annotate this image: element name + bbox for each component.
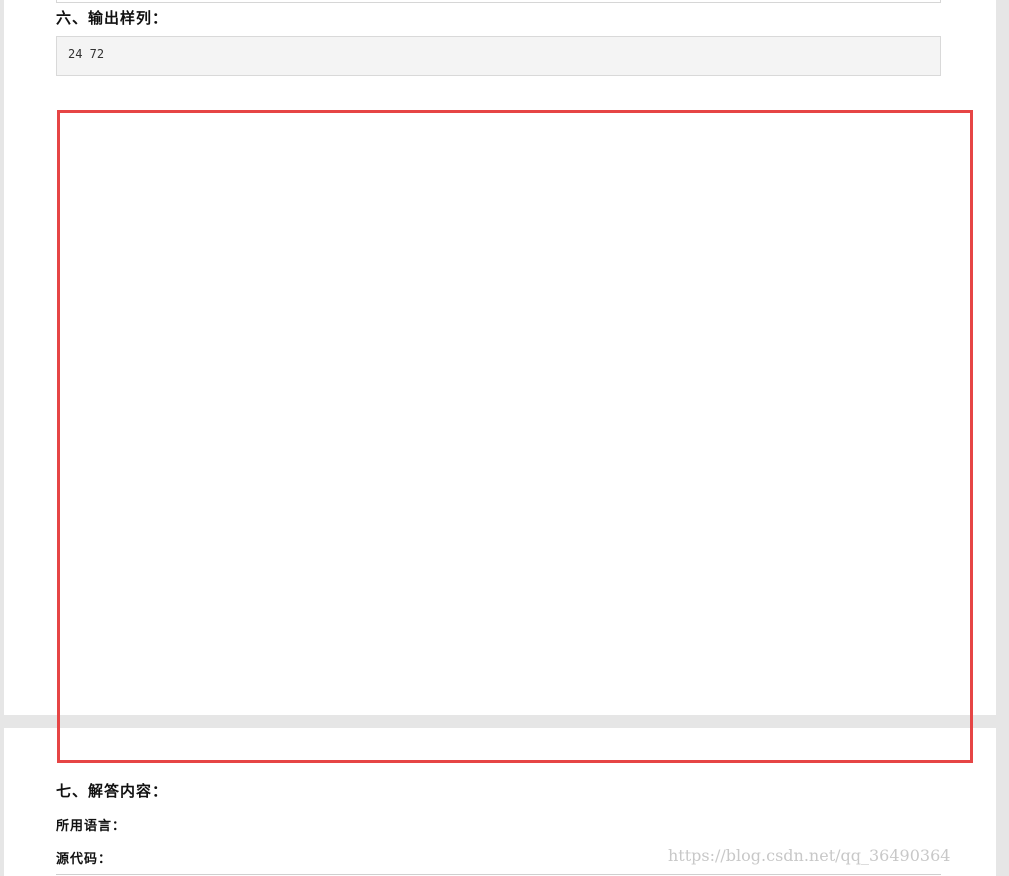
red-highlight-frame [57,110,973,763]
document-page: 六、输出样列： 24 72 七、解答内容： 所用语言： 源代码： https:/… [0,0,1009,876]
language-label: 所用语言： [56,819,127,834]
source-code-label: 源代码： [56,852,113,867]
previous-code-box-edge [56,0,941,3]
blog-watermark: https://blog.csdn.net/qq_36490364 [668,846,951,865]
output-sample-code-box[interactable]: 24 72 [56,36,941,76]
output-sample-heading: 六、输出样列： [56,9,169,27]
answer-section-heading: 七、解答内容： [56,782,169,800]
